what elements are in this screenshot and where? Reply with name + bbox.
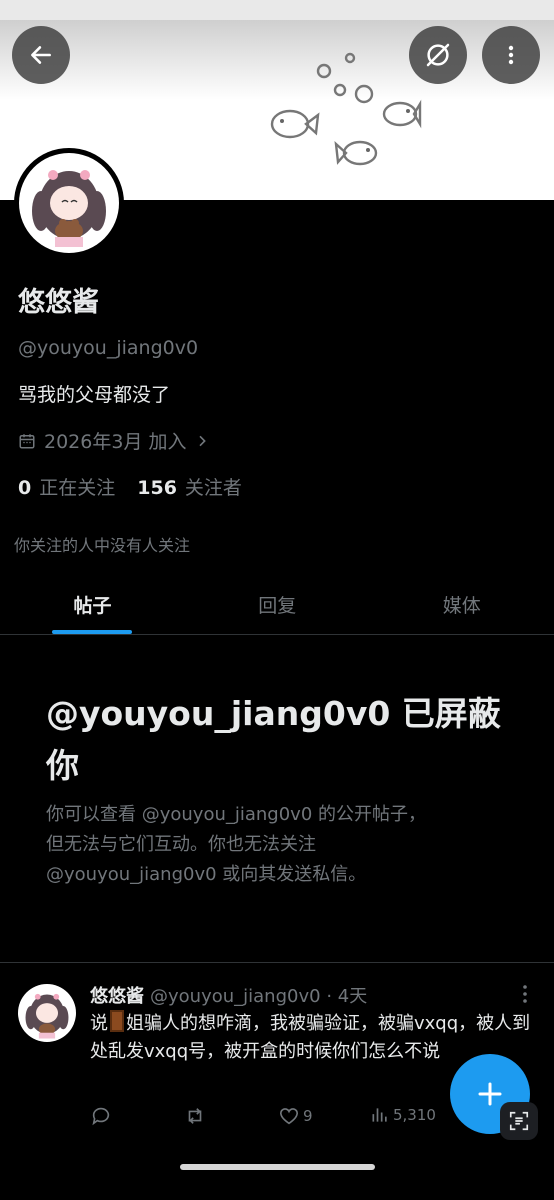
post-time: · 4天: [326, 986, 368, 1007]
profile-handle: @youyou_jiang0v0: [18, 337, 199, 359]
tab-posts[interactable]: 帖子: [0, 575, 185, 634]
profile-name: 悠悠酱: [18, 287, 99, 318]
post-actions: 9 5,310: [90, 1105, 450, 1131]
status-bar: [0, 0, 554, 20]
profile-avatar[interactable]: [14, 148, 124, 258]
like-count: 9: [303, 1107, 313, 1125]
active-tab-indicator: [52, 630, 132, 634]
tab-replies-label: 回复: [258, 595, 297, 617]
heart-icon: [279, 1108, 299, 1125]
follow-stats: 0 正在关注 156 关注者: [18, 473, 242, 500]
repost-button[interactable]: [184, 1105, 206, 1127]
like-button[interactable]: 9: [278, 1105, 313, 1127]
more-options-button[interactable]: [482, 26, 540, 84]
profile-tabs: 帖子 回复 媒体: [0, 575, 554, 635]
join-date-text: 2026年3月 加入: [44, 431, 187, 453]
following-label: 正在关注: [39, 477, 116, 499]
anime-girl-avatar-image: [25, 993, 69, 1039]
plus-icon: [478, 1082, 502, 1106]
tab-media[interactable]: 媒体: [370, 575, 554, 634]
more-vertical-icon: [508, 45, 514, 65]
join-date-row[interactable]: 2026年3月 加入: [18, 427, 210, 454]
reply-icon: [92, 1107, 110, 1126]
following-count: 0: [18, 477, 32, 499]
followers-count: 156: [137, 477, 177, 499]
calendar-icon: [19, 433, 35, 448]
divider: [0, 962, 554, 963]
post-avatar[interactable]: [18, 984, 76, 1042]
post-author-handle[interactable]: @youyou_jiang0v0: [150, 986, 321, 1007]
home-indicator[interactable]: [180, 1164, 375, 1170]
followed-by-note: 你关注的人中没有人关注: [14, 536, 191, 555]
post-more-button[interactable]: [520, 984, 530, 1009]
tab-media-label: 媒体: [442, 595, 481, 617]
view-count: 5,310: [393, 1106, 436, 1124]
blocked-description: 你可以查看 @youyou_jiang0v0 的公开帖子，但无法与它们互动。你也…: [46, 804, 427, 885]
blocked-title: @youyou_jiang0v0 已屏蔽你: [46, 694, 501, 785]
screen-lens-button[interactable]: [500, 1102, 538, 1140]
views-button[interactable]: 5,310: [370, 1105, 436, 1125]
translate-icon: [426, 43, 450, 67]
post-text-start: 说: [90, 1013, 108, 1034]
profile-bio: 骂我的父母都没了: [18, 384, 171, 406]
following-link[interactable]: 0 正在关注: [18, 473, 115, 500]
back-arrow-icon: [31, 46, 51, 64]
views-icon: [372, 1108, 387, 1122]
post-text-rest: 姐骗人的想咋滴，我被骗验证，被骗vxqq，被人到处乱发vxqq号，被开盒的时候你…: [90, 1013, 531, 1062]
post-header: 悠悠酱 @youyou_jiang0v0 · 4天: [90, 982, 367, 1008]
reply-button[interactable]: [90, 1105, 112, 1127]
more-vertical-icon: [523, 985, 527, 1003]
followers-link[interactable]: 156 关注者: [137, 473, 242, 500]
door-emoji-icon: [110, 1010, 124, 1032]
anime-girl-avatar-image: [32, 170, 106, 247]
back-button[interactable]: [12, 26, 70, 84]
translate-button[interactable]: [409, 26, 467, 84]
followers-label: 关注者: [184, 477, 242, 499]
post-author-name[interactable]: 悠悠酱: [90, 986, 144, 1007]
repost-icon: [188, 1108, 202, 1124]
tab-replies[interactable]: 回复: [185, 575, 370, 634]
post-text[interactable]: 说姐骗人的想咋滴，我被骗验证，被骗vxqq，被人到处乱发vxqq号，被开盒的时候…: [90, 1010, 535, 1066]
tab-posts-label: 帖子: [73, 595, 112, 617]
lens-icon: [509, 1111, 529, 1131]
chevron-right-icon: [199, 435, 207, 446]
